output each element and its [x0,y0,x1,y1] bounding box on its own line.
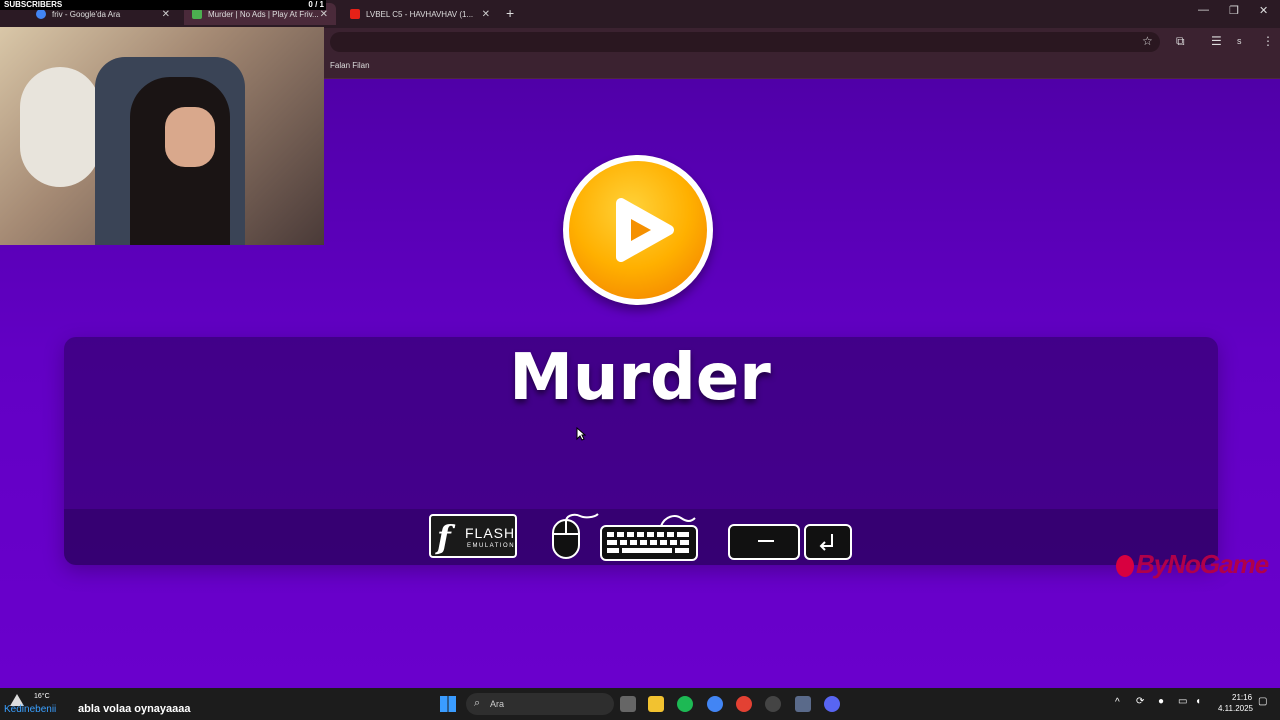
tab-title: Murder | No Ads | Play At Friv... [208,9,319,19]
taskbar-search[interactable]: ⌕ Ara [466,693,614,715]
friv-icon [192,9,202,19]
spotify-icon[interactable] [677,696,693,712]
close-tab-icon[interactable]: ✕ [162,9,170,20]
bookmark-item[interactable]: Falan Filan [330,61,370,70]
youtube-icon [350,9,360,19]
watermark-text: ByNoGame [1136,549,1269,579]
play-button[interactable] [563,155,713,305]
chevron-up-icon[interactable]: ^ [1115,697,1120,708]
enter-key-icon [804,524,852,560]
game-title: Murder [509,341,771,415]
flash-emulation-badge: f FLASH EMULATION [429,514,517,558]
obs-icon[interactable] [765,696,781,712]
space-key-icon [728,524,800,560]
task-view-icon[interactable] [620,696,636,712]
tab-title: friv - Google'da Ara [52,9,121,19]
flash-sublabel: EMULATION [467,543,516,549]
close-window-icon[interactable]: ✕ [1259,4,1268,17]
extensions-icon[interactable]: ⧉ [1176,34,1185,49]
flash-logo-icon: f [437,518,451,556]
reading-list-icon[interactable]: ☰ [1211,34,1222,48]
subscribers-bar: SUBSCRIBERS 0 / 1 [0,0,326,10]
google-icon [36,9,46,19]
tab-title: LVBEL C5 - HAVHAVHAV (1... [366,9,474,19]
network-icon[interactable]: ▭ [1178,696,1187,707]
subscribers-count: 0 / 1 [308,0,324,9]
search-icon: ⌕ [474,697,481,709]
chat-username: Kedinebenii [4,704,57,715]
clock-date[interactable]: 4.11.2025 [1218,704,1253,713]
bookmark-star-icon[interactable]: ☆ [1142,34,1153,48]
profile-avatar[interactable]: s [1237,36,1242,46]
clock-time[interactable]: 21:16 [1232,693,1252,702]
chat-message: abla volaa oynayaaaa [78,703,191,715]
bynogame-logo-icon [1116,555,1134,578]
minimize-icon[interactable]: — [1198,4,1209,16]
play-icon [569,161,707,299]
discord-icon[interactable] [824,696,840,712]
subscribers-label: SUBSCRIBERS [4,0,63,9]
weather-temp[interactable]: 16°C [34,693,50,700]
notifications-icon[interactable]: ▢ [1258,696,1267,707]
address-bar[interactable] [330,32,1160,52]
close-tab-icon[interactable]: ✕ [482,9,490,20]
webcam-overlay [0,27,324,245]
close-tab-icon[interactable]: ✕ [320,9,328,20]
new-tab-button[interactable]: + [506,5,514,21]
mouse-cursor-icon [576,427,586,441]
keyboard-icon [600,515,698,561]
bynogame-watermark: ByNoGame [1116,549,1269,580]
sync-icon[interactable]: ⟳ [1136,696,1144,707]
restore-icon[interactable]: ❐ [1229,4,1239,17]
mouse-icon [552,513,599,559]
file-explorer-icon[interactable] [648,696,664,712]
microphone-icon[interactable]: ● [1158,696,1164,707]
flash-label: FLASH [465,525,516,541]
tab-youtube[interactable]: LVBEL C5 - HAVHAVHAV (1... ✕ [342,3,498,25]
windows-taskbar: 16°C Kedinebenii abla volaa oynayaaaa ⌕ … [0,688,1280,720]
chrome-icon[interactable] [707,696,723,712]
menu-icon[interactable]: ⋮ [1262,34,1274,48]
chrome-profile-icon[interactable] [736,696,752,712]
volume-icon[interactable]: ◖ [1195,696,1201,707]
windows-start-icon[interactable] [440,696,456,712]
teddy-bear-image [20,67,100,187]
streamer-face [165,107,215,167]
search-placeholder: Ara [490,699,505,709]
settings-icon[interactable] [795,696,811,712]
